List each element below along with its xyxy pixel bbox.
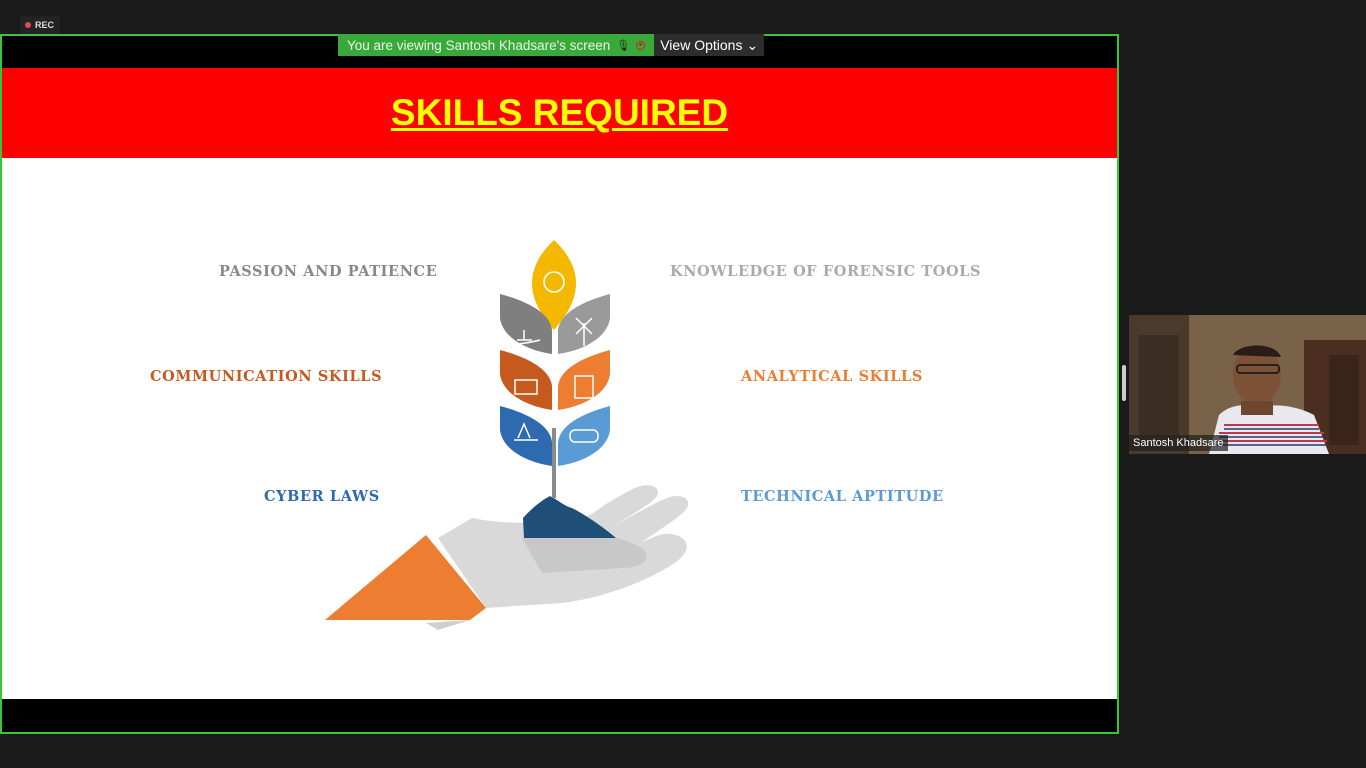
skill-passion-patience: PASSION AND PATIENCE xyxy=(219,263,438,280)
skill-forensic-tools: KNOWLEDGE OF FORENSIC TOOLS xyxy=(670,263,982,280)
view-options-label: View Options xyxy=(660,37,743,53)
leaf-blue-left xyxy=(500,406,552,466)
slide-letterbox-bottom xyxy=(2,699,1117,732)
leaf-blue-right xyxy=(558,406,610,466)
participant-name-label: Santosh Khadsare xyxy=(1129,435,1228,451)
microphone-icon: 🎙 xyxy=(616,39,631,52)
chevron-down-icon: ⌄ xyxy=(746,36,759,53)
participant-video-frame xyxy=(1129,315,1366,454)
participant-video-tile[interactable] xyxy=(1129,315,1366,454)
record-dot-icon xyxy=(25,22,31,28)
recording-label: REC xyxy=(35,20,55,30)
skill-analytical: ANALYTICAL SKILLS xyxy=(741,368,923,385)
leaf-orange-right xyxy=(558,350,610,410)
plant-stem xyxy=(552,428,556,498)
skill-communication: COMMUNICATION SKILLS xyxy=(150,368,383,385)
view-options-button[interactable]: View Options ⌄ xyxy=(654,34,765,56)
skill-technical-aptitude: TECHNICAL APTITUDE xyxy=(741,488,944,505)
recording-indicator: REC xyxy=(20,16,60,34)
sleeve-shadow xyxy=(426,620,470,630)
skill-cyber-laws: CYBER LAWS xyxy=(264,488,380,505)
stop-record-icon[interactable] xyxy=(636,40,646,50)
splitter-handle[interactable] xyxy=(1122,365,1126,401)
viewing-indicator: You are viewing Santosh Khadsare's scree… xyxy=(338,34,655,56)
screen-share-banner: You are viewing Santosh Khadsare's scree… xyxy=(338,34,765,56)
presentation-slide: SKILLS REQUIRED PASSION AND PATIENCE KNO… xyxy=(2,68,1117,699)
viewing-text: You are viewing Santosh Khadsare's scree… xyxy=(347,37,611,53)
